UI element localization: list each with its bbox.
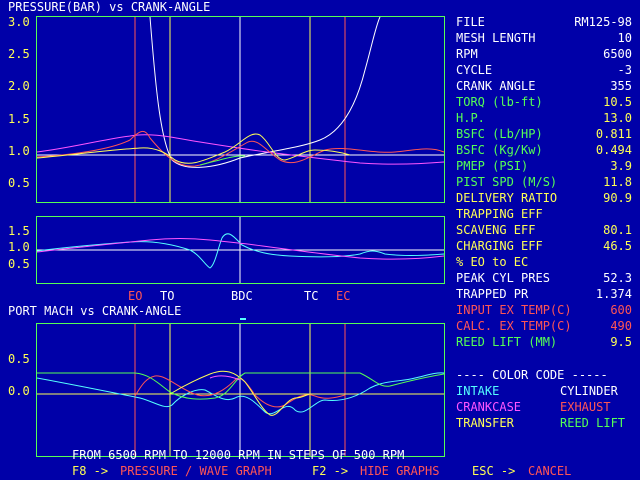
legend-transfer: TRANSFER	[456, 416, 514, 430]
readout-bsfc-kg: BSFC (Kg/Kw) 0.494	[456, 143, 632, 157]
readout-trapping-eff: TRAPPING EFF	[456, 207, 543, 221]
readout-reed-lift: REED LIFT (MM) 9.5	[456, 335, 632, 349]
pressure-wave-graph-command[interactable]: PRESSURE / WAVE GRAPH	[120, 464, 272, 478]
readout-trapped-pr: TRAPPED PR 1.374	[456, 287, 632, 301]
bdc-tick-icon	[240, 318, 246, 320]
hide-graphs-command[interactable]: HIDE GRAPHS	[360, 464, 439, 478]
legend-crankcase: CRANKCASE	[456, 400, 522, 414]
readout-delivery-ratio: DELIVERY RATIO 90.9	[456, 191, 632, 205]
transfer-pressure-curve	[36, 133, 351, 164]
esc-key[interactable]: ESC ->	[472, 464, 515, 478]
readout-pist-spd: PIST SPD (M/S) 11.8	[456, 175, 632, 189]
color-code-title: ---- COLOR CODE -----	[456, 368, 608, 382]
f8-key[interactable]: F8 ->	[72, 464, 108, 478]
readout-pmep: PMEP (PSI) 3.9	[456, 159, 632, 173]
legend-exhaust: EXHAUST	[560, 400, 611, 414]
readout-crank-angle: CRANK ANGLE 355	[456, 79, 632, 93]
readout-eo-to-ec: % EO to EC	[456, 255, 529, 269]
cancel-command[interactable]: CANCEL	[528, 464, 571, 478]
f2-key[interactable]: F2 ->	[312, 464, 348, 478]
readout-input-ex-temp: INPUT EX TEMP(C) 600	[456, 303, 632, 317]
readout-rpm: RPM 6500	[456, 47, 632, 61]
pressure-markers	[134, 17, 346, 202]
legend-intake: INTAKE	[456, 384, 500, 398]
readout-calc-ex-temp: CALC. EX TEMP(C) 490	[456, 319, 632, 333]
rpm-sweep-text: FROM 6500 RPM TO 12000 RPM IN STEPS OF 5…	[72, 448, 405, 462]
readout-scaveng-eff: SCAVENG EFF 80.1	[456, 223, 632, 237]
readout-file: FILE RM125-98	[456, 15, 632, 29]
readout-cycle: CYCLE -3	[456, 63, 632, 77]
readout-mesh-length: MESH LENGTH 10	[456, 31, 632, 45]
legend-cylinder: CYLINDER	[560, 384, 618, 398]
readout-hp: H.P. 13.0	[456, 111, 632, 125]
readout-peak-cyl-pres: PEAK CYL PRES 52.3	[456, 271, 632, 285]
readout-torq: TORQ (lb-ft) 10.5	[456, 95, 632, 109]
readout-bsfc-lb: BSFC (Lb/HP) 0.811	[456, 127, 632, 141]
readout-charging-eff: CHARGING EFF 46.5	[456, 239, 632, 253]
legend-reed-lift: REED LIFT	[560, 416, 626, 430]
